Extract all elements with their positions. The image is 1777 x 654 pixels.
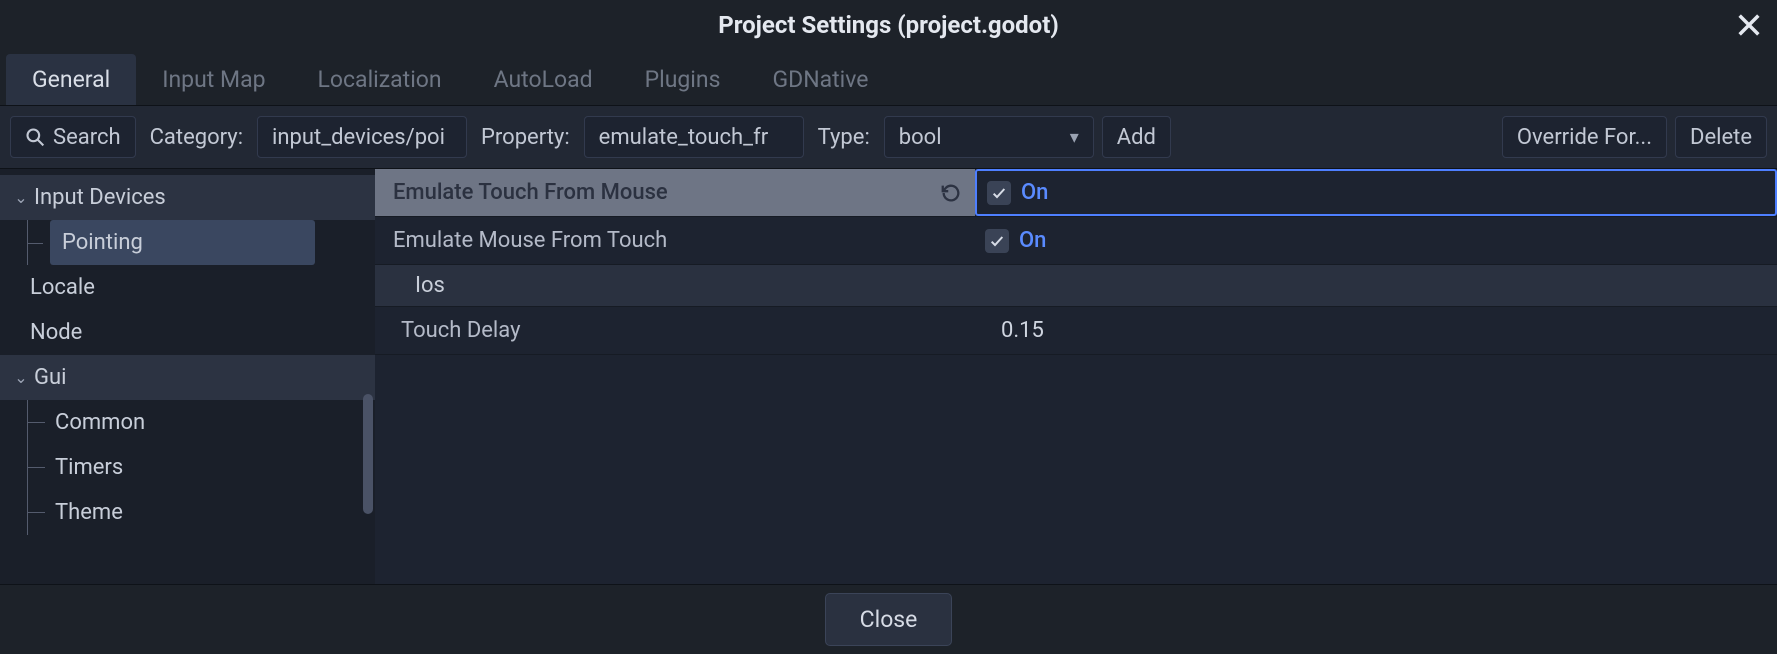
chevron-down-icon: ⌄: [12, 188, 30, 207]
window-title: Project Settings (project.godot): [718, 11, 1059, 39]
type-label: Type:: [812, 125, 876, 150]
property-label: Property:: [475, 125, 576, 150]
tab-autoload[interactable]: AutoLoad: [468, 54, 619, 105]
tree-item-theme[interactable]: Theme: [0, 490, 375, 535]
section-ios[interactable]: Ios: [375, 265, 1777, 307]
type-value: bool: [899, 125, 942, 150]
tab-plugins[interactable]: Plugins: [619, 54, 747, 105]
tab-general[interactable]: General: [6, 54, 136, 105]
tree-item-input-devices[interactable]: ⌄ Input Devices: [0, 175, 375, 220]
tree-item-locale[interactable]: Locale: [0, 265, 375, 310]
prop-value[interactable]: 0.15: [1001, 318, 1044, 343]
prop-touch-delay: Touch Delay 0.15: [375, 307, 1777, 355]
prop-label: Emulate Touch From Mouse: [393, 180, 668, 205]
search-button[interactable]: Search: [10, 116, 136, 158]
delete-button[interactable]: Delete: [1675, 116, 1767, 158]
property-input[interactable]: [584, 116, 804, 158]
add-button[interactable]: Add: [1102, 116, 1171, 158]
property-panel: Emulate Touch From Mouse On Emulate Mous…: [375, 169, 1777, 584]
type-select[interactable]: bool ▾: [884, 116, 1094, 158]
tab-gdnative[interactable]: GDNative: [746, 54, 894, 105]
search-label: Search: [53, 125, 121, 150]
tree-item-pointing[interactable]: Pointing: [0, 220, 375, 265]
prop-emulate-mouse-from-touch: Emulate Mouse From Touch On: [375, 217, 1777, 265]
tree-item-timers[interactable]: Timers: [0, 445, 375, 490]
prop-emulate-touch-from-mouse: Emulate Touch From Mouse On: [375, 169, 1777, 217]
search-icon: [25, 127, 45, 147]
settings-toolbar: Search Category: Property: Type: bool ▾ …: [0, 106, 1777, 168]
checkbox-emulate-mouse[interactable]: [985, 229, 1009, 253]
checkbox-on-label: On: [1019, 228, 1046, 253]
close-icon[interactable]: [1735, 11, 1763, 39]
tree-item-node[interactable]: Node: [0, 310, 375, 355]
prop-label: Emulate Mouse From Touch: [393, 228, 667, 253]
chevron-down-icon: ⌄: [12, 368, 30, 387]
tab-input-map[interactable]: Input Map: [136, 54, 291, 105]
prop-label: Touch Delay: [401, 318, 521, 343]
revert-icon[interactable]: [937, 179, 965, 207]
category-label: Category:: [144, 125, 249, 150]
chevron-down-icon: ▾: [1070, 127, 1079, 148]
category-input[interactable]: [257, 116, 467, 158]
checkbox-emulate-touch[interactable]: [987, 181, 1011, 205]
tab-localization[interactable]: Localization: [292, 54, 468, 105]
override-button[interactable]: Override For...: [1502, 116, 1667, 158]
dialog-footer: Close: [0, 584, 1777, 654]
tab-bar: General Input Map Localization AutoLoad …: [0, 50, 1777, 106]
title-bar: Project Settings (project.godot): [0, 0, 1777, 50]
checkbox-on-label: On: [1021, 180, 1048, 205]
scrollbar-thumb[interactable]: [363, 394, 373, 514]
tree-item-gui[interactable]: ⌄ Gui: [0, 355, 375, 400]
close-button[interactable]: Close: [825, 593, 953, 646]
main-split: ⌄ Input Devices Pointing Locale Node ⌄ G…: [0, 168, 1777, 584]
tree-item-common[interactable]: Common: [0, 400, 375, 445]
category-tree: ⌄ Input Devices Pointing Locale Node ⌄ G…: [0, 169, 375, 584]
